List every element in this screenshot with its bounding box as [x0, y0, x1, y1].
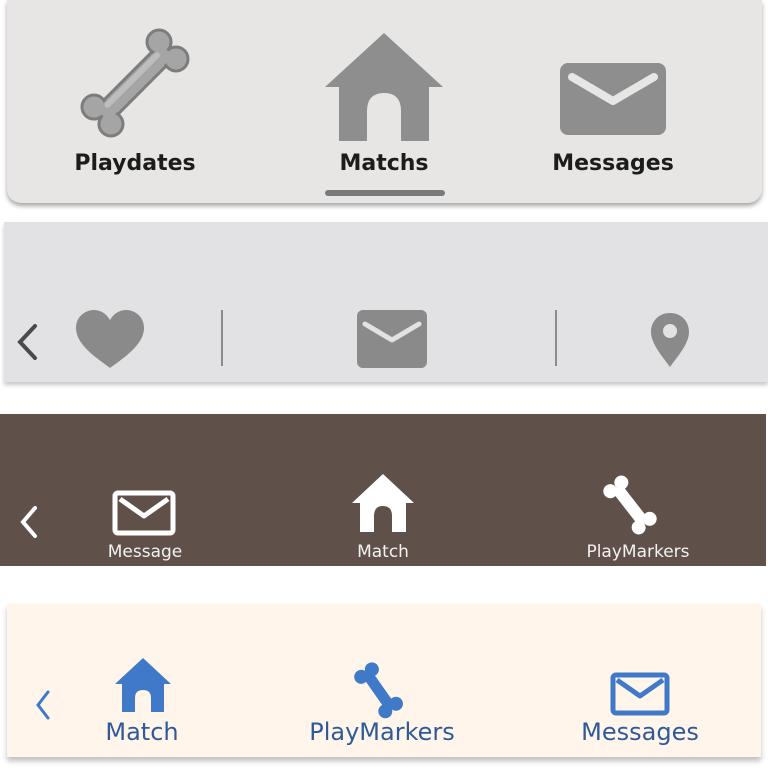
bone-icon [350, 660, 408, 724]
nav-label-matchs: Matchs [339, 151, 429, 176]
nav-label-playdates: Playdates [74, 151, 196, 176]
house-icon [351, 472, 415, 538]
divider [221, 310, 223, 366]
nav-item-messages[interactable]: Messages [575, 604, 705, 757]
divider [555, 310, 557, 366]
bone-icon [45, 18, 225, 143]
location-pin-icon[interactable] [649, 312, 691, 372]
envelope-icon[interactable] [357, 310, 427, 372]
envelope-icon [523, 18, 703, 143]
nav-item-match[interactable]: Match [87, 604, 197, 757]
nav-item-matchs[interactable]: Matchs [294, 0, 474, 203]
chevron-left-icon[interactable] [14, 322, 40, 366]
nav-bar-grey-icons [4, 222, 768, 382]
nav-label-messages: Messages [552, 151, 674, 176]
nav-item-message[interactable]: Message [100, 414, 190, 566]
nav-label-playmarkers: PlayMarkers [309, 718, 455, 746]
nav-item-match[interactable]: Match [333, 414, 433, 566]
nav-label-message: Message [107, 542, 183, 562]
chevron-left-icon[interactable] [33, 688, 53, 726]
chevron-left-icon[interactable] [18, 504, 40, 544]
nav-item-messages[interactable]: Messages [523, 0, 703, 203]
bone-icon [598, 472, 662, 542]
nav-label-match: Match [357, 542, 409, 562]
house-icon [294, 18, 474, 143]
active-tab-indicator [325, 190, 445, 196]
heart-icon[interactable] [74, 310, 146, 374]
nav-bar-brown: Message Match PlayMarkers [0, 414, 766, 566]
nav-label-playmarkers: PlayMarkers [586, 542, 690, 562]
nav-bar-grey-labeled: Playdates Matchs Messages [7, 0, 762, 203]
house-icon [113, 656, 173, 718]
envelope-icon [112, 490, 176, 540]
envelope-icon [610, 672, 670, 720]
nav-item-playmarkers[interactable]: PlayMarkers [302, 604, 462, 757]
nav-item-playdates[interactable]: Playdates [45, 0, 225, 203]
nav-bar-cream: Match PlayMarkers Messages [7, 604, 761, 757]
nav-label-match: Match [105, 718, 179, 746]
nav-item-playmarkers[interactable]: PlayMarkers [580, 414, 700, 566]
nav-label-messages: Messages [581, 718, 699, 746]
